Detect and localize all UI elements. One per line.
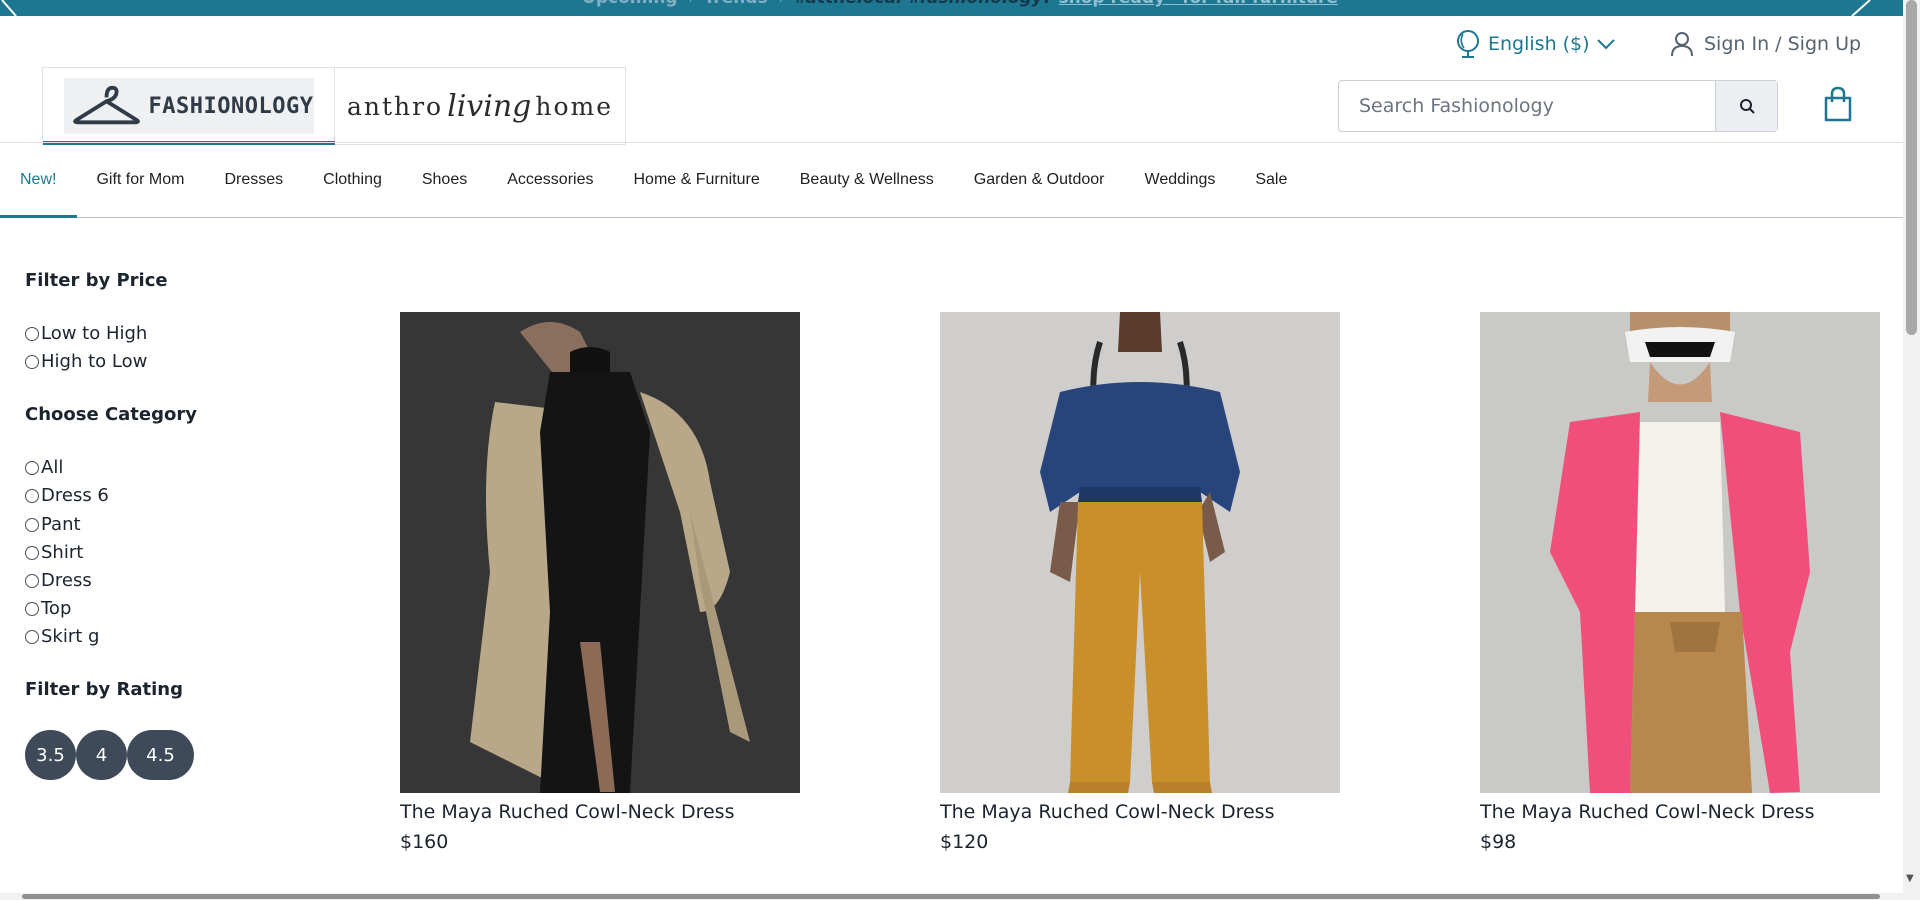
category-option-label: Top bbox=[41, 598, 72, 619]
nav-item-gift-for-mom[interactable]: Gift for Mom bbox=[96, 171, 184, 189]
radio-button[interactable] bbox=[25, 517, 39, 532]
price-option-label: High to Low bbox=[41, 351, 148, 372]
promo-banner: Upcoming ✦ Trends ✦ #atthelocal #fashion… bbox=[0, 0, 1920, 16]
rating-button-3-5[interactable]: 3.5 bbox=[25, 730, 76, 780]
price-option-high-low[interactable]: High to Low bbox=[25, 351, 147, 372]
language-selector[interactable]: English ($) bbox=[1456, 28, 1624, 60]
shopping-bag-icon[interactable] bbox=[1822, 86, 1854, 122]
rating-button-4-5[interactable]: 4.5 bbox=[127, 730, 194, 780]
chevron-down-icon bbox=[1596, 39, 1615, 50]
category-option-all[interactable]: All bbox=[25, 457, 63, 478]
search-icon bbox=[1739, 99, 1755, 114]
category-option-label: Dress bbox=[41, 570, 92, 591]
product-card[interactable]: The Maya Ruched Cowl-Neck Dress $160 bbox=[400, 312, 800, 853]
price-option-label: Low to High bbox=[41, 323, 148, 344]
radio-button[interactable] bbox=[25, 354, 39, 369]
chevron-right-icon[interactable] bbox=[1848, 0, 1872, 16]
product-price: $120 bbox=[940, 831, 989, 853]
product-card[interactable]: The Maya Ruched Cowl-Neck Dress $98 bbox=[1480, 312, 1880, 853]
category-option-label: Dress 6 bbox=[41, 485, 109, 506]
radio-button[interactable] bbox=[25, 326, 39, 341]
category-nav: New! Gift for Mom Dresses Clothing Shoes… bbox=[0, 143, 1903, 219]
category-option-skirt[interactable]: Skirt g bbox=[25, 626, 99, 647]
category-filter-title: Choose Category bbox=[25, 404, 197, 425]
rating-button-4[interactable]: 4 bbox=[76, 730, 127, 780]
search-bar bbox=[1338, 80, 1778, 132]
category-option-top[interactable]: Top bbox=[25, 598, 71, 619]
category-option-label: Shirt bbox=[41, 542, 84, 563]
category-option-label: Pant bbox=[41, 514, 81, 535]
product-name[interactable]: The Maya Ruched Cowl-Neck Dress bbox=[940, 801, 1340, 823]
radio-button[interactable] bbox=[25, 601, 39, 616]
radio-button[interactable] bbox=[25, 545, 39, 560]
vertical-scroll-thumb[interactable] bbox=[1906, 0, 1917, 335]
category-option-pant[interactable]: Pant bbox=[25, 514, 81, 535]
nav-item-garden-outdoor[interactable]: Garden & Outdoor bbox=[974, 171, 1105, 189]
banner-link[interactable]: shop ready—for fall furniture bbox=[1059, 0, 1338, 8]
radio-button[interactable] bbox=[25, 488, 39, 503]
nav-item-dresses[interactable]: Dresses bbox=[224, 171, 283, 189]
nav-item-clothing[interactable]: Clothing bbox=[323, 171, 382, 189]
home-text: home bbox=[535, 91, 614, 121]
radio-button[interactable] bbox=[25, 460, 39, 475]
anthro-text: anthro bbox=[346, 91, 444, 121]
product-image[interactable] bbox=[940, 309, 1340, 793]
scroll-down-arrow-icon[interactable]: ▼ bbox=[1906, 873, 1914, 884]
nav-divider bbox=[0, 217, 1903, 218]
category-option-shirt[interactable]: Shirt bbox=[25, 542, 83, 563]
language-label: English ($) bbox=[1488, 33, 1590, 55]
product-price: $98 bbox=[1480, 831, 1517, 853]
sign-in-link[interactable]: Sign In / Sign Up bbox=[1670, 28, 1861, 60]
product-image[interactable] bbox=[400, 312, 800, 793]
category-option-label: Skirt g bbox=[41, 626, 100, 647]
radio-button[interactable] bbox=[25, 573, 39, 588]
fashionology-logo-text: FASHIONOLOGY bbox=[148, 93, 314, 119]
radio-button[interactable] bbox=[25, 629, 39, 644]
category-option-label: All bbox=[41, 457, 64, 478]
rating-filter-title: Filter by Rating bbox=[25, 679, 183, 700]
category-option-dress[interactable]: Dress bbox=[25, 570, 92, 591]
price-filter-title: Filter by Price bbox=[25, 270, 168, 291]
nav-active-indicator bbox=[0, 215, 77, 218]
hanger-icon bbox=[72, 85, 140, 125]
category-option-dress-6[interactable]: Dress 6 bbox=[25, 485, 109, 506]
globe-icon bbox=[1457, 30, 1479, 58]
horizontal-scroll-thumb[interactable] bbox=[22, 894, 1880, 899]
nav-item-new[interactable]: New! bbox=[20, 171, 56, 189]
user-icon bbox=[1671, 32, 1693, 57]
nav-item-beauty-wellness[interactable]: Beauty & Wellness bbox=[800, 171, 934, 189]
living-text: living bbox=[447, 88, 532, 124]
nav-item-shoes[interactable]: Shoes bbox=[422, 171, 467, 189]
product-card[interactable]: The Maya Ruched Cowl-Neck Dress $120 bbox=[940, 309, 1340, 853]
product-price: $160 bbox=[400, 831, 449, 853]
banner-message: Upcoming ✦ Trends ✦ #atthelocal #fashion… bbox=[0, 0, 1920, 8]
rating-options: 3.5 4 4.5 bbox=[25, 730, 194, 780]
fashionology-logo[interactable]: FASHIONOLOGY bbox=[43, 68, 335, 145]
nav-item-sale[interactable]: Sale bbox=[1255, 171, 1287, 189]
banner-hashtags: #atthelocal #fashionology? bbox=[794, 0, 1053, 8]
product-image[interactable] bbox=[1480, 312, 1880, 793]
vertical-scrollbar[interactable]: ▼ bbox=[1903, 0, 1920, 900]
banner-text: Upcoming ✦ Trends ✦ bbox=[582, 0, 788, 8]
sign-in-label: Sign In / Sign Up bbox=[1704, 33, 1862, 55]
search-input[interactable] bbox=[1339, 81, 1715, 131]
nav-item-weddings[interactable]: Weddings bbox=[1145, 171, 1216, 189]
brand-logos: FASHIONOLOGY anthro living home bbox=[42, 67, 626, 145]
search-button[interactable] bbox=[1715, 81, 1777, 131]
nav-item-accessories[interactable]: Accessories bbox=[507, 171, 593, 189]
nav-item-home-furniture[interactable]: Home & Furniture bbox=[633, 171, 759, 189]
product-name[interactable]: The Maya Ruched Cowl-Neck Dress bbox=[1480, 801, 1880, 823]
anthroliving-logo[interactable]: anthro living home bbox=[335, 68, 625, 144]
price-option-low-high[interactable]: Low to High bbox=[25, 323, 147, 344]
horizontal-scrollbar[interactable] bbox=[0, 893, 1903, 900]
product-name[interactable]: The Maya Ruched Cowl-Neck Dress bbox=[400, 801, 800, 823]
